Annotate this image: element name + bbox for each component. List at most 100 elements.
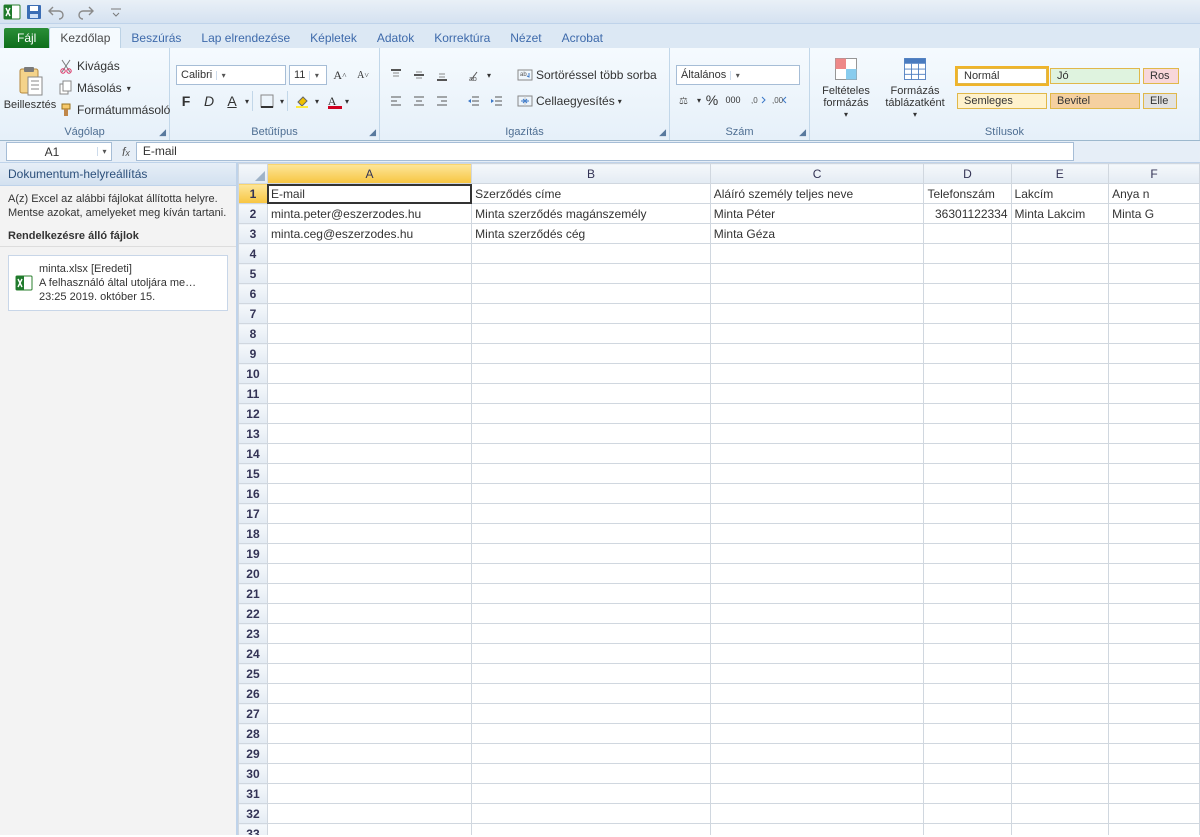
cell[interactable] (1109, 724, 1200, 744)
row-header[interactable]: 21 (239, 584, 268, 604)
column-header[interactable]: C (710, 164, 924, 184)
cell[interactable] (472, 424, 711, 444)
cell[interactable] (924, 824, 1011, 836)
cell[interactable] (267, 564, 471, 584)
cell[interactable] (472, 504, 711, 524)
cell[interactable] (267, 424, 471, 444)
cell[interactable] (472, 284, 711, 304)
cell[interactable] (472, 264, 711, 284)
cell[interactable] (267, 484, 471, 504)
cell[interactable] (710, 824, 924, 836)
redo-icon[interactable] (77, 3, 95, 21)
cell[interactable] (1011, 324, 1109, 344)
cell[interactable] (924, 304, 1011, 324)
cell[interactable] (924, 564, 1011, 584)
cell[interactable] (1011, 624, 1109, 644)
qat-customize-icon[interactable] (107, 3, 125, 21)
row-header[interactable]: 22 (239, 604, 268, 624)
cell[interactable] (1011, 784, 1109, 804)
fill-color-icon[interactable] (292, 91, 312, 111)
cell[interactable]: minta.peter@eszerzodes.hu (267, 204, 471, 224)
tab-insert[interactable]: Beszúrás (121, 28, 191, 48)
cell[interactable] (710, 684, 924, 704)
cell[interactable] (710, 524, 924, 544)
cell[interactable] (267, 824, 471, 836)
cell[interactable] (710, 704, 924, 724)
wrap-text-button[interactable]: ab Sortöréssel több sorba (517, 64, 657, 86)
cell[interactable] (1011, 724, 1109, 744)
cell[interactable] (1011, 684, 1109, 704)
cell[interactable] (1011, 484, 1109, 504)
cell[interactable] (1109, 804, 1200, 824)
row-header[interactable]: 18 (239, 524, 268, 544)
cell[interactable] (1109, 664, 1200, 684)
currency-icon[interactable]: ⚖ (676, 90, 696, 110)
percent-icon[interactable]: % (702, 90, 722, 110)
cell[interactable] (472, 584, 711, 604)
align-left-icon[interactable] (386, 91, 406, 111)
cell[interactable] (472, 444, 711, 464)
cell[interactable] (472, 764, 711, 784)
number-format-combo[interactable]: Általános▾ (676, 65, 800, 85)
cell[interactable] (472, 364, 711, 384)
row-header[interactable]: 3 (239, 224, 268, 244)
cell[interactable] (267, 604, 471, 624)
comma-icon[interactable]: 000 (723, 90, 743, 110)
cell[interactable] (1109, 264, 1200, 284)
row-header[interactable]: 9 (239, 344, 268, 364)
style-good[interactable]: Jó (1050, 68, 1140, 84)
row-header[interactable]: 13 (239, 424, 268, 444)
style-normal[interactable]: Normál (957, 68, 1047, 84)
tab-formulas[interactable]: Képletek (300, 28, 367, 48)
cell[interactable] (1109, 784, 1200, 804)
save-icon[interactable] (25, 3, 43, 21)
cell[interactable] (472, 384, 711, 404)
row-header[interactable]: 4 (239, 244, 268, 264)
cell[interactable] (710, 244, 924, 264)
cell[interactable] (472, 544, 711, 564)
column-header[interactable]: D (924, 164, 1011, 184)
cell[interactable] (1109, 464, 1200, 484)
style-check[interactable]: Elle (1143, 93, 1177, 109)
cell[interactable] (710, 624, 924, 644)
cell[interactable] (472, 784, 711, 804)
merge-button[interactable]: Cellaegyesítés ▾ (517, 90, 657, 112)
cell[interactable] (267, 344, 471, 364)
align-right-icon[interactable] (432, 91, 452, 111)
cell[interactable] (710, 444, 924, 464)
cell[interactable] (710, 324, 924, 344)
cell[interactable] (710, 484, 924, 504)
cell[interactable] (472, 304, 711, 324)
cell[interactable] (1011, 764, 1109, 784)
row-header[interactable]: 20 (239, 564, 268, 584)
row-header[interactable]: 33 (239, 824, 268, 836)
cell[interactable] (924, 504, 1011, 524)
cell[interactable] (710, 724, 924, 744)
row-header[interactable]: 7 (239, 304, 268, 324)
row-header[interactable]: 24 (239, 644, 268, 664)
row-header[interactable]: 29 (239, 744, 268, 764)
cell[interactable] (1011, 224, 1109, 244)
cell[interactable] (1011, 264, 1109, 284)
underline-icon[interactable]: A (222, 91, 242, 111)
copy-button[interactable]: Másolás▾ (58, 77, 170, 99)
cell[interactable] (267, 664, 471, 684)
clipboard-dialog-icon[interactable]: ◢ (159, 127, 166, 138)
cell[interactable] (1011, 604, 1109, 624)
cell[interactable] (710, 344, 924, 364)
row-header[interactable]: 28 (239, 724, 268, 744)
select-all-corner[interactable] (239, 164, 268, 184)
tab-home[interactable]: Kezdőlap (49, 27, 121, 48)
cell[interactable] (1109, 824, 1200, 836)
cell[interactable] (472, 344, 711, 364)
style-neutral[interactable]: Semleges (957, 93, 1047, 109)
tab-acrobat[interactable]: Acrobat (552, 28, 613, 48)
cell[interactable] (1109, 424, 1200, 444)
cell[interactable] (1011, 544, 1109, 564)
cell[interactable] (267, 284, 471, 304)
cell[interactable] (924, 644, 1011, 664)
cell[interactable] (924, 424, 1011, 444)
cell[interactable] (472, 824, 711, 836)
cell[interactable]: Minta Géza (710, 224, 924, 244)
row-header[interactable]: 19 (239, 544, 268, 564)
